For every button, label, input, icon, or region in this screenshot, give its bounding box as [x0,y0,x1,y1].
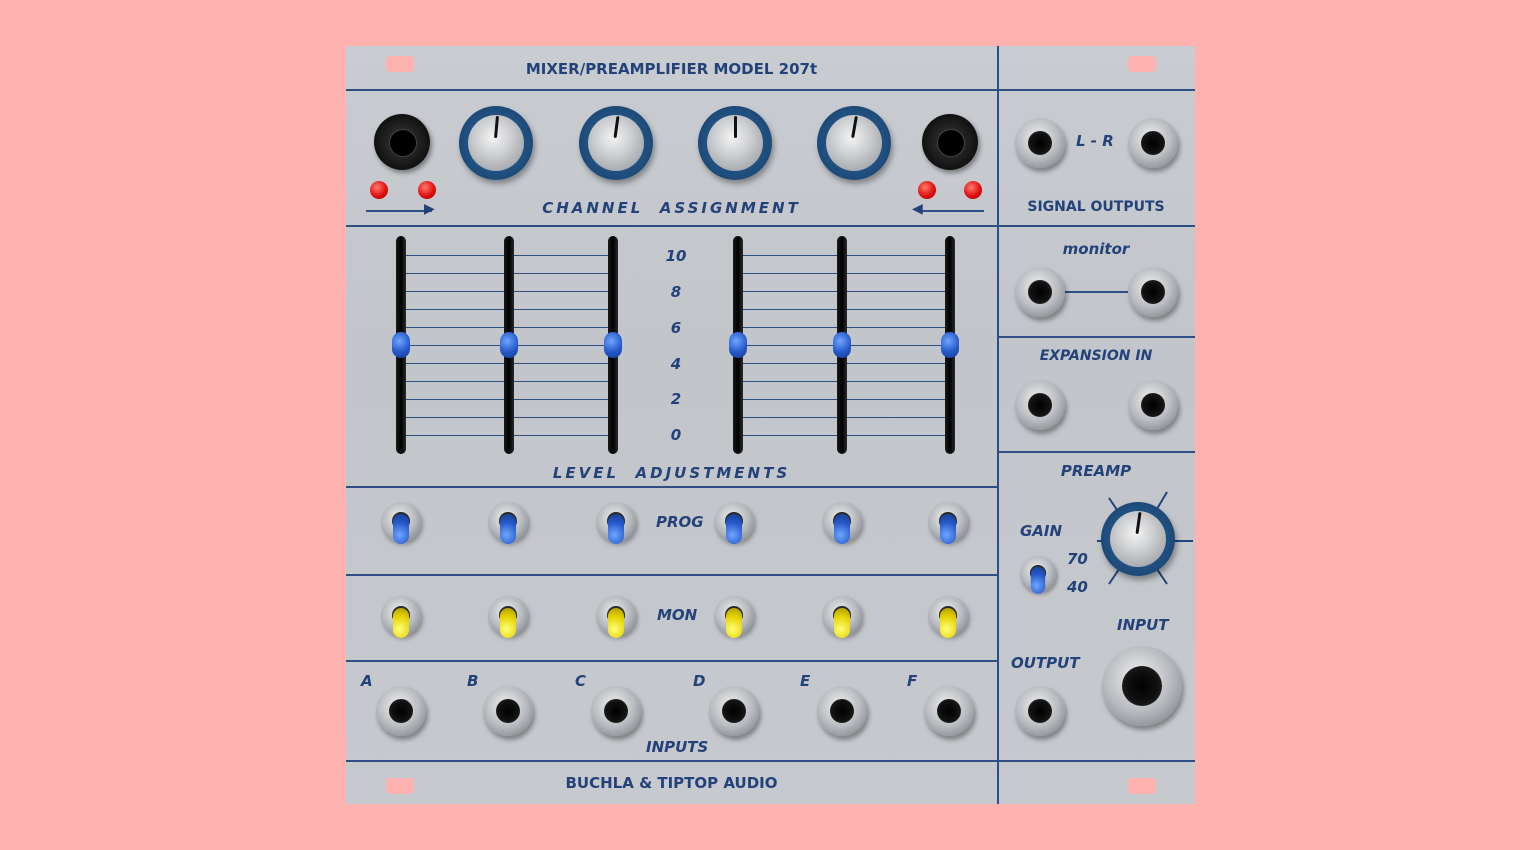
scale-2: 2 [670,390,682,408]
scale-0: 0 [670,426,682,444]
output-jack-r[interactable] [1128,118,1178,168]
mon-toggle-b[interactable] [488,596,528,638]
input-jack-b[interactable] [483,686,533,736]
level-fader-d[interactable] [729,332,747,358]
level-fader-c[interactable] [604,332,622,358]
input-jack-f[interactable] [924,686,974,736]
mon-toggle-c[interactable] [596,596,636,638]
channel-assign-knob-2[interactable] [579,106,653,180]
divider [997,336,1195,338]
expansion-jack-l[interactable] [1015,380,1065,430]
preamp-input-jack[interactable] [1102,646,1182,726]
divider [346,486,997,488]
input-label-f: F [907,672,918,690]
divider [346,225,1195,227]
led-indicator [418,181,436,199]
input-label-c: C [575,672,587,690]
divider [346,660,997,662]
signal-outputs-label: SIGNAL OUTPUTS [1027,199,1165,215]
level-adjustments-label: LEVEL ADJUSTMENTS [552,464,791,482]
prog-toggle-a[interactable] [381,502,421,544]
socket-hole [389,129,417,157]
input-label: INPUT [1117,616,1169,634]
mon-label: MON [657,606,698,624]
level-fader-a[interactable] [392,332,410,358]
cv-socket-left[interactable] [374,114,430,170]
inputs-label: INPUTS [646,738,709,756]
input-jack-d[interactable] [709,686,759,736]
monitor-jack-r[interactable] [1128,267,1178,317]
preamp-output-jack[interactable] [1015,686,1065,736]
led-indicator [370,181,388,199]
divider [346,89,1195,91]
channel-assign-knob-4[interactable] [817,106,891,180]
preamp-label: PREAMP [1060,462,1132,480]
prog-toggle-e[interactable] [822,502,862,544]
gain-hi-label: 70 [1067,550,1088,568]
input-jack-a[interactable] [376,686,426,736]
socket-hole [937,129,965,157]
input-label-b: B [467,672,479,690]
input-jack-e[interactable] [817,686,867,736]
scale-6: 6 [670,319,682,337]
divider [997,451,1195,453]
expansion-jack-r[interactable] [1128,380,1178,430]
cv-socket-right[interactable] [922,114,978,170]
input-label-d: D [693,672,706,690]
gain-label: GAIN [1020,522,1063,540]
module-title: MIXER/PREAMPLIFIER MODEL 207t [525,60,818,78]
expansion-in-label: EXPANSION IN [1039,348,1153,364]
input-label-e: E [800,672,811,690]
channel-assign-knob-3[interactable] [698,106,772,180]
module-panel: MIXER/PREAMPLIFIER MODEL 207t BUCHLA & T… [346,46,1195,804]
scale-8: 8 [670,283,682,301]
scale-4: 4 [670,355,682,373]
mon-toggle-f[interactable] [928,596,968,638]
output-jack-l[interactable] [1015,118,1065,168]
mon-toggle-d[interactable] [714,596,754,638]
prog-label: PROG [656,513,704,531]
mon-toggle-a[interactable] [381,596,421,638]
level-fader-f[interactable] [941,332,959,358]
led-indicator [964,181,982,199]
mount-hole [1128,778,1156,794]
monitor-link-line [1064,291,1130,293]
divider [997,46,999,804]
preamp-gain-knob[interactable] [1101,502,1175,576]
divider [346,760,1195,762]
lr-label: L - R [1076,132,1114,150]
input-label-a: A [361,672,373,690]
scale-10: 10 [665,247,687,265]
monitor-label: monitor [1062,240,1130,258]
channel-assignment-label: CHANNEL ASSIGNMENT [542,199,801,217]
input-jack-c[interactable] [591,686,641,736]
brand-label: BUCHLA & TIPTOP AUDIO [565,774,778,792]
gain-lo-label: 40 [1067,578,1088,596]
prog-toggle-b[interactable] [488,502,528,544]
level-fader-b[interactable] [500,332,518,358]
gain-range-toggle[interactable] [1020,556,1056,594]
output-label: OUTPUT [1011,654,1080,672]
divider [346,574,997,576]
level-fader-e[interactable] [833,332,851,358]
channel-assign-knob-1[interactable] [459,106,533,180]
prog-toggle-c[interactable] [596,502,636,544]
mon-toggle-e[interactable] [822,596,862,638]
led-indicator [918,181,936,199]
prog-toggle-f[interactable] [928,502,968,544]
prog-toggle-d[interactable] [714,502,754,544]
mount-hole [1128,56,1156,72]
monitor-jack-l[interactable] [1015,267,1065,317]
